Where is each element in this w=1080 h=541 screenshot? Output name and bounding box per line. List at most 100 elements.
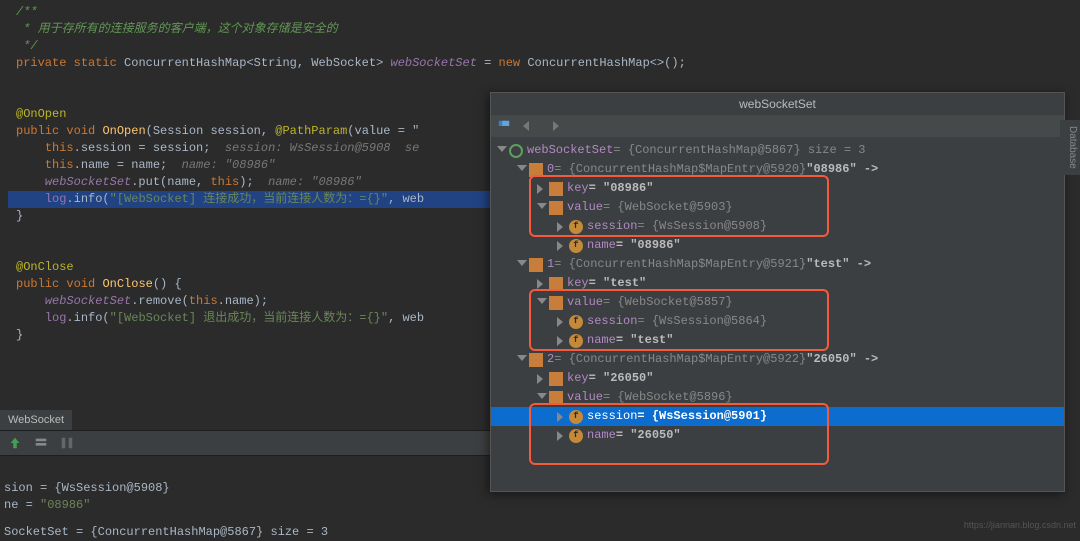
kw: this	[189, 294, 218, 308]
tree-row[interactable]: fname = "08986"	[491, 236, 1064, 255]
tree-row[interactable]: key = "test"	[491, 274, 1064, 293]
forward-icon[interactable]	[547, 119, 563, 133]
tree-row[interactable]: 2 = {ConcurrentHashMap$MapEntry@5922} "2…	[491, 350, 1064, 369]
kw: this	[45, 141, 74, 155]
var-row[interactable]: SocketSet = {ConcurrentHashMap@5867} siz…	[4, 524, 328, 541]
evaluate-popup[interactable]: webSocketSet webSocketSet = {ConcurrentH…	[490, 92, 1065, 492]
field-icon: f	[569, 429, 583, 443]
field-icon: f	[569, 220, 583, 234]
chevron-right-icon[interactable]	[557, 336, 567, 346]
tree-row[interactable]: value = {WebSocket@5857}	[491, 293, 1064, 312]
kw: new	[499, 56, 521, 70]
threads-icon[interactable]	[60, 436, 74, 450]
kw: private	[16, 56, 66, 70]
tree-row[interactable]: fname = "26050"	[491, 426, 1064, 445]
entry-icon	[549, 296, 563, 310]
anno: @OnClose	[16, 260, 74, 274]
tree-row-root[interactable]: webSocketSet = {ConcurrentHashMap@5867} …	[491, 141, 1064, 160]
step-icon[interactable]	[8, 436, 22, 450]
tree-row[interactable]: key = "08986"	[491, 179, 1064, 198]
tree-row[interactable]: key = "26050"	[491, 369, 1064, 388]
tree-row[interactable]: fsession = {WsSession@5864}	[491, 312, 1064, 331]
chevron-down-icon[interactable]	[537, 393, 547, 403]
entry-icon	[549, 372, 563, 386]
watermark: https://jiannan.blog.csdn.net	[964, 520, 1076, 530]
frames-icon[interactable]	[34, 436, 48, 450]
entry-icon	[529, 353, 543, 367]
tree-row[interactable]: fsession = {WsSession@5908}	[491, 217, 1064, 236]
popup-title: webSocketSet	[491, 93, 1064, 115]
tree-row-selected[interactable]: fsession = {WsSession@5901}	[491, 407, 1064, 426]
field: webSocketSet	[45, 175, 131, 189]
entry-icon	[529, 258, 543, 272]
type: ConcurrentHashMap<String, WebSocket>	[124, 56, 383, 70]
stmt: );	[239, 175, 253, 189]
chevron-right-icon[interactable]	[537, 184, 547, 194]
file-tab[interactable]: WebSocket	[0, 410, 72, 430]
var: log	[45, 192, 67, 206]
var-row[interactable]: ne = "08986"	[4, 497, 328, 514]
tree: webSocketSet = {ConcurrentHashMap@5867} …	[491, 137, 1064, 449]
tree-row[interactable]: 0 = {ConcurrentHashMap$MapEntry@5920} "0…	[491, 160, 1064, 179]
chevron-right-icon[interactable]	[537, 279, 547, 289]
field: webSocketSet	[45, 294, 131, 308]
stmt: .name);	[218, 294, 268, 308]
kw: public	[16, 277, 59, 291]
chevron-right-icon[interactable]	[557, 431, 567, 441]
entry-icon	[549, 182, 563, 196]
stmt: .name = name;	[74, 158, 168, 172]
chevron-down-icon[interactable]	[517, 165, 527, 175]
field-icon: f	[569, 239, 583, 253]
inline-hint: session: WsSession@5908 se	[210, 141, 419, 155]
tree-row[interactable]: value = {WebSocket@5896}	[491, 388, 1064, 407]
tool-window-tab-database[interactable]: Database	[1060, 120, 1080, 175]
args: (Session session,	[146, 124, 276, 138]
execution-line[interactable]: log.info("[WebSocket] 连接成功，当前连接人数为：={}",…	[8, 191, 510, 208]
var-row[interactable]: sion = {WsSession@5908}	[4, 480, 328, 497]
tree-row[interactable]: value = {WebSocket@5903}	[491, 198, 1064, 217]
field-icon: f	[569, 334, 583, 348]
stmt: .remove(	[131, 294, 189, 308]
code-area: /** * 用于存所有的连接服务的客户端，这个对象存储是安全的 */ priva…	[8, 0, 510, 344]
pin-icon[interactable]	[497, 119, 511, 133]
chevron-down-icon[interactable]	[517, 260, 527, 270]
kw: public	[16, 124, 59, 138]
kw: static	[74, 56, 117, 70]
args: (value = "	[347, 124, 419, 138]
chevron-right-icon[interactable]	[557, 317, 567, 327]
field-icon: f	[569, 315, 583, 329]
chevron-down-icon[interactable]	[537, 298, 547, 308]
kw: void	[66, 277, 95, 291]
field: webSocketSet	[391, 56, 477, 70]
chevron-right-icon[interactable]	[537, 374, 547, 384]
chevron-right-icon[interactable]	[557, 222, 567, 232]
method: OnClose	[102, 277, 152, 291]
chevron-down-icon[interactable]	[537, 203, 547, 213]
stmt: .info(	[66, 311, 109, 325]
ctor: ConcurrentHashMap<>();	[527, 56, 685, 70]
back-icon[interactable]	[521, 119, 537, 133]
stmt: , web	[388, 192, 424, 206]
string: "[WebSocket] 退出成功，当前连接人数为：={}"	[110, 311, 388, 325]
popup-toolbar	[491, 115, 1064, 137]
method: OnOpen	[102, 124, 145, 138]
args: () {	[153, 277, 182, 291]
tree-row[interactable]: 1 = {ConcurrentHashMap$MapEntry@5921} "t…	[491, 255, 1064, 274]
chevron-right-icon[interactable]	[557, 412, 567, 422]
var: log	[45, 311, 67, 325]
stmt: .session = session;	[74, 141, 211, 155]
stmt: .put(name,	[131, 175, 210, 189]
object-icon	[509, 144, 523, 158]
anno: @PathParam	[275, 124, 347, 138]
chevron-down-icon[interactable]	[517, 355, 527, 365]
tree-row[interactable]: fname = "test"	[491, 331, 1064, 350]
entry-icon	[549, 201, 563, 215]
anno: @OnOpen	[16, 107, 66, 121]
chevron-right-icon[interactable]	[557, 241, 567, 251]
entry-icon	[549, 391, 563, 405]
string: "[WebSocket] 连接成功，当前连接人数为：={}"	[110, 192, 388, 206]
kw: this	[210, 175, 239, 189]
kw: void	[66, 124, 95, 138]
entry-icon	[529, 163, 543, 177]
chevron-down-icon[interactable]	[497, 146, 507, 156]
